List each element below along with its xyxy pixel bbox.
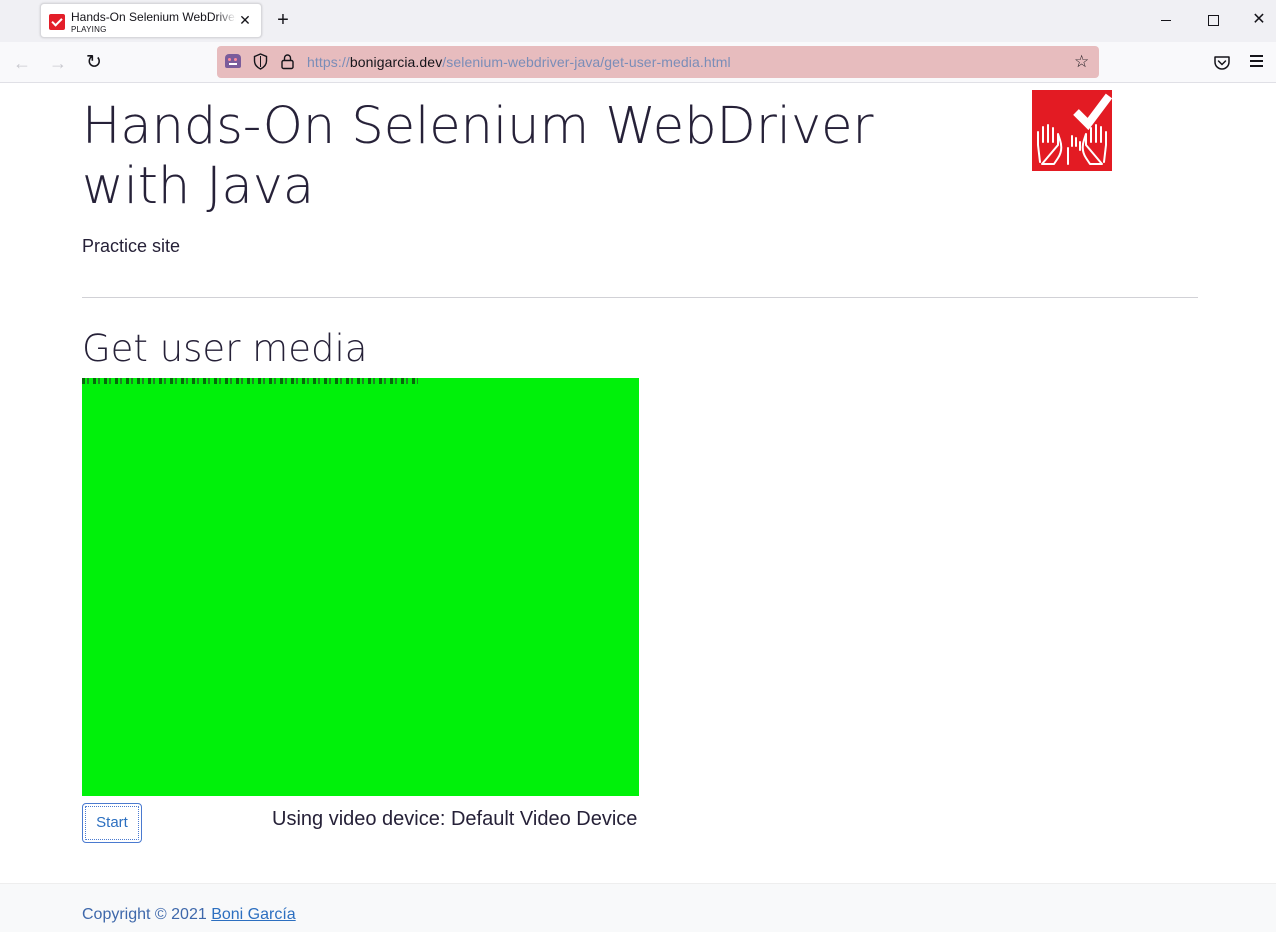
footer-copyright: Copyright © 2021 Boni García <box>82 906 296 924</box>
hamburger-menu-icon[interactable] <box>1250 55 1266 69</box>
navigation-toolbar: ← → ↻ https://bonigarcia.dev/selenium-we… <box>0 42 1276 83</box>
tracking-protection-shield-icon[interactable] <box>253 53 268 70</box>
start-button[interactable]: Start <box>82 803 142 843</box>
hands-checkmark-logo-icon <box>1032 90 1113 171</box>
user-media-video[interactable] <box>82 378 639 796</box>
minimize-window-button[interactable] <box>1152 7 1180 33</box>
address-bar[interactable]: https://bonigarcia.dev/selenium-webdrive… <box>217 46 1099 78</box>
video-device-status: Using video device: Default Video Device <box>272 808 638 830</box>
page-subtitle: Practice site <box>82 236 181 256</box>
back-button[interactable]: ← <box>9 50 35 76</box>
tab-title: Hands-On Selenium WebDriver with Java <box>71 10 236 24</box>
url-path: /selenium-webdriver-java/get-user-media.… <box>442 54 731 70</box>
reload-button[interactable]: ↻ <box>81 50 107 76</box>
maximize-window-button[interactable] <box>1199 7 1227 33</box>
forward-button[interactable]: → <box>45 50 71 76</box>
url-protocol: https:// <box>307 54 350 70</box>
tab-bar: Hands-On Selenium WebDriver with Java PL… <box>0 0 1276 42</box>
author-link[interactable]: Boni García <box>211 906 295 923</box>
bookmark-star-icon[interactable]: ☆ <box>1074 52 1089 72</box>
browser-tab[interactable]: Hands-On Selenium WebDriver with Java PL… <box>40 3 262 38</box>
close-window-button[interactable]: ✕ <box>1245 7 1273 33</box>
new-tab-button[interactable]: + <box>272 9 294 31</box>
section-title: Get user media <box>82 327 368 370</box>
url-text[interactable]: https://bonigarcia.dev/selenium-webdrive… <box>307 54 731 70</box>
page-title: Hands-On Selenium WebDriver with Java <box>82 97 874 216</box>
url-host: bonigarcia.dev <box>349 54 443 70</box>
close-tab-icon[interactable]: ✕ <box>237 12 253 28</box>
tab-playing-indicator: PLAYING <box>71 25 107 34</box>
site-favicon-icon <box>49 14 65 30</box>
lock-icon[interactable] <box>280 53 295 70</box>
footer: Copyright © 2021 Boni García <box>0 883 1276 932</box>
video-test-pattern <box>82 378 418 384</box>
pocket-icon[interactable] <box>1213 54 1231 72</box>
divider <box>82 297 1198 298</box>
page-content: Hands-On Selenium WebDriver with Java Pr… <box>0 83 1276 932</box>
remote-control-robot-icon[interactable] <box>225 54 241 68</box>
copyright-text: Copyright © 2021 <box>82 906 212 923</box>
